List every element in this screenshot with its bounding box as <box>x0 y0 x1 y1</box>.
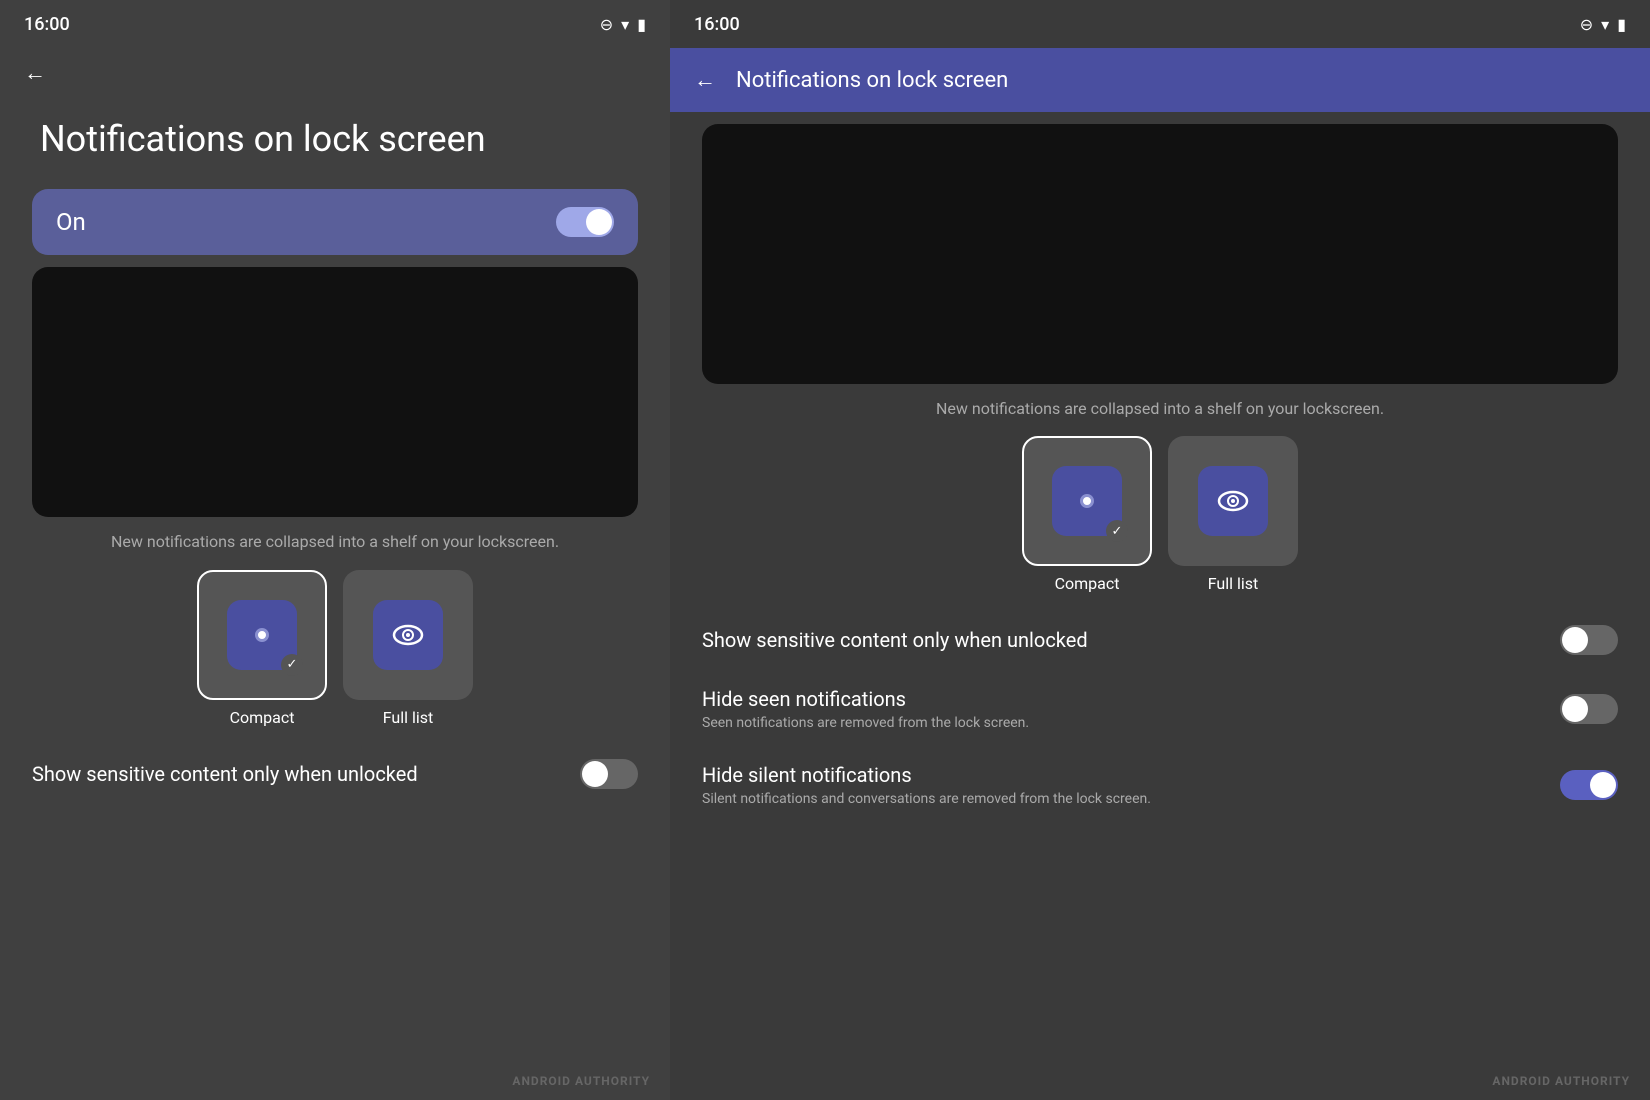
lock-screen-preview-left <box>32 267 638 517</box>
hide-seen-toggle[interactable] <box>1560 694 1618 724</box>
do-not-disturb-icon-right: ⊖ <box>1580 15 1593 34</box>
hide-silent-text: Hide silent notifications Silent notific… <box>702 763 1151 807</box>
hide-seen-sublabel: Seen notifications are removed from the … <box>702 715 1029 731</box>
fulllist-label-right: Full list <box>1208 574 1259 593</box>
wifi-icon: ▾ <box>621 15 629 34</box>
compact-icon-right: ✓ <box>1052 466 1122 536</box>
status-bar-left: 16:00 ⊖ ▾ ▮ <box>0 0 670 48</box>
hide-seen-row: Hide seen notifications Seen notificatio… <box>670 671 1650 747</box>
sensitive-toggle-left[interactable] <box>580 759 638 789</box>
dot-icon-right <box>1080 494 1094 508</box>
back-arrow-icon-right[interactable]: ← <box>694 67 716 93</box>
eye-svg-left <box>390 617 426 653</box>
status-icons-left: ⊖ ▾ ▮ <box>600 15 646 34</box>
fulllist-card-left[interactable] <box>343 570 473 700</box>
watermark-right: ANDROID AUTHORITY <box>1492 1074 1630 1088</box>
time-left: 16:00 <box>24 14 70 35</box>
hide-seen-toggle-knob <box>1562 696 1588 722</box>
toggle-row[interactable]: On <box>32 189 638 255</box>
fulllist-option-right[interactable]: Full list <box>1168 436 1298 593</box>
compact-label-left: Compact <box>230 708 295 727</box>
sensitive-toggle-knob-left <box>582 761 608 787</box>
compact-card-right[interactable]: ✓ <box>1022 436 1152 566</box>
time-right: 16:00 <box>694 14 740 35</box>
do-not-disturb-icon: ⊖ <box>600 15 613 34</box>
wifi-icon-right: ▾ <box>1601 15 1609 34</box>
sensitive-content-row-left: Show sensitive content only when unlocke… <box>0 743 670 805</box>
fulllist-icon-left <box>373 600 443 670</box>
description-text-right: New notifications are collapsed into a s… <box>710 398 1610 420</box>
sensitive-content-row-right: Show sensitive content only when unlocke… <box>670 609 1650 671</box>
option-cards-right: ✓ Compact Full list <box>702 436 1618 593</box>
sensitive-content-label-right: Show sensitive content only when unlocke… <box>702 628 1088 652</box>
compact-option-right[interactable]: ✓ Compact <box>1022 436 1152 593</box>
hide-silent-toggle[interactable] <box>1560 770 1618 800</box>
lock-screen-preview-right <box>702 124 1618 384</box>
sensitive-toggle-right[interactable] <box>1560 625 1618 655</box>
sensitive-toggle-knob-right <box>1562 627 1588 653</box>
compact-label-right: Compact <box>1055 574 1120 593</box>
on-toggle[interactable] <box>556 207 614 237</box>
eye-svg-right <box>1215 483 1251 519</box>
watermark-left: ANDROID AUTHORITY <box>512 1074 650 1088</box>
status-icons-right: ⊖ ▾ ▮ <box>1580 15 1626 34</box>
left-panel: 16:00 ⊖ ▾ ▮ ← Notifications on lock scre… <box>0 0 670 1100</box>
sensitive-content-text-right: Show sensitive content only when unlocke… <box>702 628 1088 652</box>
hide-silent-toggle-knob <box>1590 772 1616 798</box>
toggle-knob <box>586 209 612 235</box>
hide-silent-sublabel: Silent notifications and conversations a… <box>702 791 1151 807</box>
back-button-left[interactable]: ← <box>0 48 670 94</box>
sensitive-content-text-left: Show sensitive content only when unlocke… <box>32 762 418 786</box>
description-text-left: New notifications are collapsed into a s… <box>40 531 630 553</box>
hide-seen-text: Hide seen notifications Seen notificatio… <box>702 687 1029 731</box>
hide-silent-label: Hide silent notifications <box>702 763 1151 787</box>
right-panel: 16:00 ⊖ ▾ ▮ ← Notifications on lock scre… <box>670 0 1650 1100</box>
fulllist-card-right[interactable] <box>1168 436 1298 566</box>
checkmark-badge-right: ✓ <box>1106 520 1128 542</box>
compact-option-left[interactable]: ✓ Compact <box>197 570 327 727</box>
battery-icon-right: ▮ <box>1617 15 1626 34</box>
compact-card-left[interactable]: ✓ <box>197 570 327 700</box>
fulllist-icon-right <box>1198 466 1268 536</box>
option-cards-left: ✓ Compact Full list <box>32 570 638 727</box>
dot-icon-left <box>255 628 269 642</box>
hide-silent-row: Hide silent notifications Silent notific… <box>670 747 1650 823</box>
toggle-label: On <box>56 208 86 236</box>
back-arrow-icon: ← <box>24 61 46 86</box>
compact-icon-left: ✓ <box>227 600 297 670</box>
page-title-left: Notifications on lock screen <box>0 94 670 181</box>
checkmark-badge-left: ✓ <box>281 654 303 676</box>
right-header-title: Notifications on lock screen <box>736 68 1008 93</box>
battery-icon: ▮ <box>637 15 646 34</box>
fulllist-option-left[interactable]: Full list <box>343 570 473 727</box>
status-bar-right: 16:00 ⊖ ▾ ▮ <box>670 0 1650 48</box>
right-header: ← Notifications on lock screen <box>670 48 1650 112</box>
sensitive-content-label-left: Show sensitive content only when unlocke… <box>32 762 418 786</box>
hide-seen-label: Hide seen notifications <box>702 687 1029 711</box>
fulllist-label-left: Full list <box>383 708 434 727</box>
